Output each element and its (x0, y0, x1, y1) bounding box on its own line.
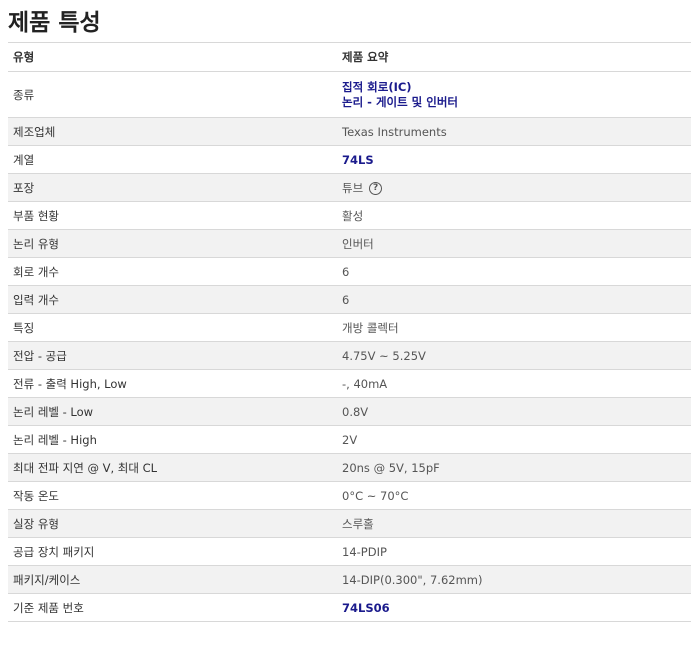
attribute-value: 2V (342, 432, 358, 447)
table-row: 입력 개수 6 (8, 285, 691, 314)
table-row: 회로 개수 6 (8, 257, 691, 286)
table-row: 패키지/케이스 14-DIP(0.300", 7.62mm) (8, 565, 691, 594)
attribute-value: 스루홀 (342, 516, 374, 531)
attribute-value: 0.8V (342, 404, 369, 419)
attribute-value: 14-PDIP (342, 544, 387, 559)
table-row: 논리 레벨 - High 2V (8, 425, 691, 454)
table-row: 제조업체 Texas Instruments (8, 117, 691, 146)
table-row: 계열 74LS (8, 145, 691, 174)
attribute-name: 회로 개수 (13, 264, 59, 279)
table-row: 최대 전파 지연 @ V, 최대 CL 20ns @ 5V, 15pF (8, 453, 691, 482)
table-row: 실장 유형 스루홀 (8, 509, 691, 538)
attribute-value: 6 (342, 292, 350, 307)
table-row: 작동 온도 0°C ~ 70°C (8, 481, 691, 510)
question-circle-icon[interactable]: ? (369, 181, 383, 195)
attribute-value: -, 40mA (342, 376, 388, 391)
attribute-value: 4.75V ~ 5.25V (342, 348, 426, 363)
attribute-value: 14-DIP(0.300", 7.62mm) (342, 572, 483, 587)
table-row: 논리 레벨 - Low 0.8V (8, 397, 691, 426)
table-row: 전압 - 공급 4.75V ~ 5.25V (8, 341, 691, 370)
attribute-name: 작동 온도 (13, 488, 59, 503)
attribute-value: 74LS (337, 146, 691, 174)
series-link[interactable]: 74LS (342, 153, 374, 167)
page-title: 제품 특성 (8, 10, 101, 36)
attribute-name: 논리 레벨 - Low (13, 404, 94, 419)
table-row: 부품 현황 활성 (8, 201, 691, 230)
type-column-header: 유형 (13, 50, 35, 64)
category-link-ic[interactable]: 집적 회로(IC) (342, 80, 691, 95)
summary-column-header: 제품 요약 (342, 50, 389, 64)
attribute-value: 6 (342, 264, 350, 279)
attribute-value: 활성 (342, 208, 364, 223)
attribute-value: Texas Instruments (342, 124, 447, 139)
attribute-name: 부품 현황 (13, 208, 59, 223)
table-row: 종류 집적 회로(IC) 논리 - 게이트 및 인버터 (8, 71, 691, 118)
table-row: 공급 장치 패키지 14-PDIP (8, 537, 691, 566)
table-row: 논리 유형 인버터 (8, 229, 691, 258)
attribute-value: 0°C ~ 70°C (342, 488, 409, 503)
attribute-value: 20ns @ 5V, 15pF (342, 460, 440, 475)
table-row: 포장 튜브? (8, 173, 691, 202)
attribute-name: 논리 레벨 - High (13, 432, 97, 447)
attribute-name: 기준 제품 번호 (13, 600, 84, 615)
attribute-name: 종류 (13, 87, 35, 102)
attribute-name: 논리 유형 (13, 236, 59, 251)
product-attributes-section: 제품 특성 유형 제품 요약 종류 집적 회로(IC) 논리 - 게이트 및 인… (0, 0, 691, 622)
table-row: 특징 개방 콜렉터 (8, 313, 691, 342)
attribute-value: 튜브? (337, 174, 691, 202)
attribute-name: 최대 전파 지연 @ V, 최대 CL (13, 460, 158, 475)
attribute-name: 포장 (13, 180, 35, 195)
attribute-value: 집적 회로(IC) 논리 - 게이트 및 인버터 (337, 72, 691, 118)
table-header-row: 유형 제품 요약 (8, 42, 691, 72)
table-row: 전류 - 출력 High, Low -, 40mA (8, 369, 691, 398)
attributes-table: 유형 제품 요약 종류 집적 회로(IC) 논리 - 게이트 및 인버터 제조업… (8, 42, 691, 622)
attribute-name: 전압 - 공급 (13, 348, 67, 363)
packaging-value: 튜브 (342, 180, 364, 195)
attribute-name: 패키지/케이스 (13, 572, 81, 587)
attribute-value: 개방 콜렉터 (342, 320, 399, 335)
attribute-name: 입력 개수 (13, 292, 59, 307)
attribute-name: 제조업체 (13, 124, 56, 139)
category-link-logic-gates[interactable]: 논리 - 게이트 및 인버터 (342, 95, 691, 110)
attribute-name: 실장 유형 (13, 516, 59, 531)
attribute-name: 공급 장치 패키지 (13, 544, 95, 559)
attribute-value: 인버터 (342, 236, 374, 251)
attribute-name: 특징 (13, 320, 35, 335)
attribute-name: 계열 (13, 152, 35, 167)
attribute-value: 74LS06 (337, 594, 691, 622)
base-product-link[interactable]: 74LS06 (342, 601, 390, 615)
attribute-name: 전류 - 출력 High, Low (13, 376, 127, 391)
table-row: 기준 제품 번호 74LS06 (8, 593, 691, 622)
